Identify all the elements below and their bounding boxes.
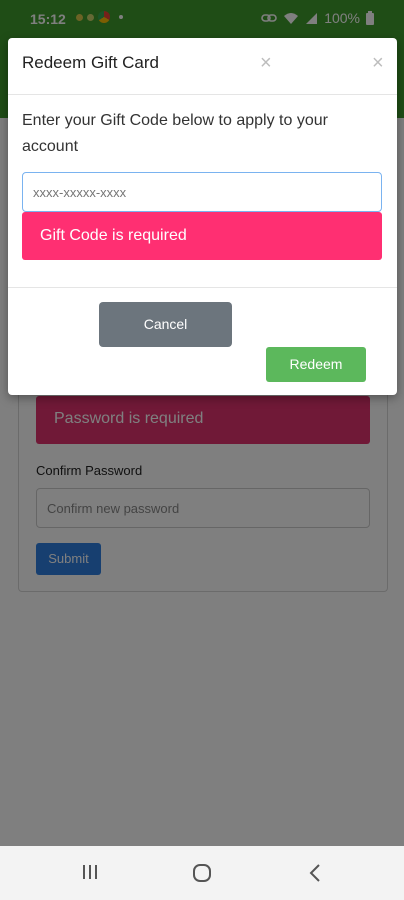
gift-code-input[interactable] — [22, 172, 382, 212]
redeem-button[interactable]: Redeem — [266, 347, 366, 382]
recents-icon[interactable] — [81, 864, 99, 880]
redeem-gift-card-modal: Redeem Gift Card × × Enter your Gift Cod… — [8, 38, 397, 395]
close-icon[interactable]: × — [372, 52, 384, 75]
cancel-button[interactable]: Cancel — [99, 302, 232, 347]
modal-header-divider — [8, 94, 397, 95]
gift-code-error-alert: Gift Code is required — [22, 212, 382, 260]
back-icon[interactable] — [309, 864, 321, 882]
modal-instructions: Enter your Gift Code below to apply to y… — [22, 112, 328, 155]
close-icon[interactable]: × — [260, 52, 272, 75]
home-icon[interactable] — [193, 864, 211, 882]
modal-title: Redeem Gift Card — [22, 53, 159, 72]
system-nav-bar — [0, 846, 404, 900]
modal-footer-divider — [8, 287, 397, 288]
